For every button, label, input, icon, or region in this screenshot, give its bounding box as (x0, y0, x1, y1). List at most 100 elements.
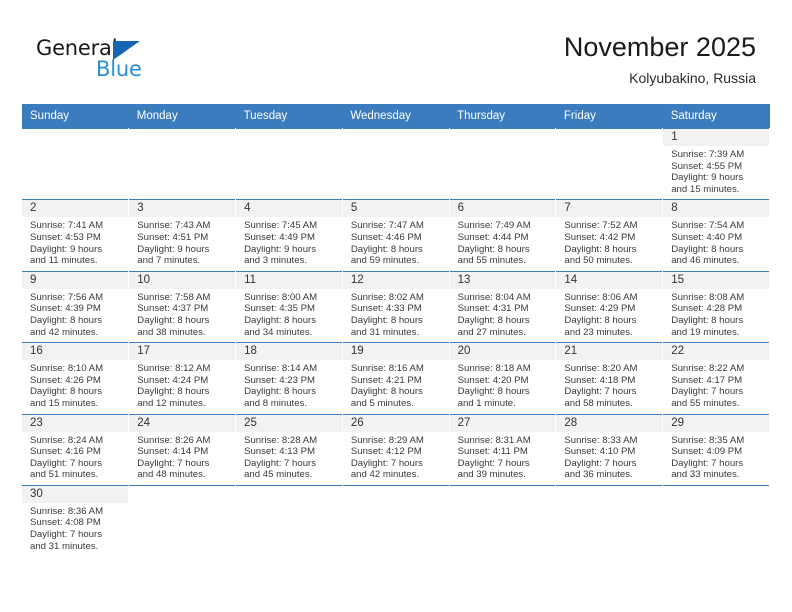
calendar-day-cell[interactable]: 7 Sunrise: 7:52 AM Sunset: 4:42 PM Daylight… (555, 199, 664, 272)
sunset-time: Sunset: 4:37 PM (137, 303, 209, 315)
sunset-time: Sunset: 4:49 PM (244, 231, 315, 243)
day-details: Sunrise: 8:02 AM Sunset: 4:33 PM Daylight:… (343, 289, 449, 342)
day-details: Sunrise: 7:56 AM Sunset: 4:39 PM Daylight:… (22, 289, 128, 342)
calendar-day-cell[interactable]: 25 Sunrise: 8:28 AM Sunset: 4:13 PM Dayligh… (235, 413, 343, 486)
calendar-cell-empty (235, 484, 343, 557)
calendar-cell-empty (128, 484, 237, 557)
sunset-time: Sunset: 4:11 PM (457, 446, 528, 458)
sunrise-time: Sunrise: 7:56 AM (30, 291, 104, 303)
daylight-duration-line1: Daylight: 7 hours (244, 457, 317, 469)
sunrise-time: Sunrise: 7:54 AM (671, 220, 745, 232)
sunrise-time: Sunrise: 8:36 AM (30, 505, 104, 517)
daylight-duration-line1: Daylight: 9 hours (244, 243, 317, 255)
calendar-day-cell[interactable]: 2 Sunrise: 7:41 AM Sunset: 4:53 PM Daylight… (22, 199, 130, 272)
daylight-duration-line2: and 12 minutes. (137, 397, 206, 409)
day-number: 7 (556, 200, 663, 218)
daylight-duration-line2: and 31 minutes. (350, 326, 420, 338)
day-number: 1 (663, 129, 769, 146)
calendar-day-cell[interactable]: 10 Sunrise: 7:58 AM Sunset: 4:37 PM Dayligh… (128, 270, 237, 343)
day-details: Sunrise: 8:08 AM Sunset: 4:28 PM Daylight:… (663, 289, 769, 342)
day-details: Sunrise: 8:29 AM Sunset: 4:12 PM Daylight:… (343, 432, 449, 485)
day-details: Sunrise: 8:04 AM Sunset: 4:31 PM Daylight:… (450, 289, 556, 342)
sunrise-time: Sunrise: 8:20 AM (564, 363, 638, 375)
sunrise-time: Sunrise: 7:41 AM (30, 220, 104, 232)
calendar-day-cell[interactable]: 21 Sunrise: 8:20 AM Sunset: 4:18 PM Dayligh… (555, 342, 664, 414)
day-number-band (22, 129, 129, 146)
calendar-day-cell[interactable]: 9 Sunrise: 7:56 AM Sunset: 4:39 PM Daylight… (22, 270, 130, 343)
day-details: Sunrise: 8:24 AM Sunset: 4:16 PM Daylight:… (22, 432, 128, 485)
sunset-time: Sunset: 4:55 PM (671, 160, 743, 172)
daylight-duration-line2: and 50 minutes. (564, 255, 633, 267)
calendar-day-cell[interactable]: 15 Sunrise: 8:08 AM Sunset: 4:28 PM Dayligh… (662, 270, 770, 343)
sunrise-time: Sunrise: 8:29 AM (350, 434, 424, 446)
day-details: Sunrise: 8:14 AM Sunset: 4:23 PM Daylight:… (236, 360, 342, 413)
calendar-day-cell[interactable]: 12 Sunrise: 8:02 AM Sunset: 4:33 PM Dayligh… (342, 270, 450, 343)
calendar-day-cell[interactable]: 18 Sunrise: 8:14 AM Sunset: 4:23 PM Dayligh… (235, 342, 343, 414)
calendar-week-row: 23 Sunrise: 8:24 AM Sunset: 4:16 PM Dayligh… (22, 413, 770, 486)
sunset-time: Sunset: 4:21 PM (350, 374, 422, 386)
calendar-cell-empty (555, 484, 664, 557)
day-number-band (236, 129, 342, 146)
sunrise-time: Sunrise: 8:10 AM (30, 363, 104, 375)
day-number: 17 (129, 343, 236, 361)
calendar-day-cell[interactable]: 3 Sunrise: 7:43 AM Sunset: 4:51 PM Daylight… (128, 199, 237, 272)
calendar-day-cell[interactable]: 16 Sunrise: 8:10 AM Sunset: 4:26 PM Dayligh… (22, 342, 130, 414)
day-number-band (449, 485, 556, 503)
daylight-duration-line2: and 23 minutes. (564, 326, 633, 338)
day-number: 16 (22, 343, 129, 361)
calendar-day-cell[interactable]: 11 Sunrise: 8:00 AM Sunset: 4:35 PM Dayligh… (235, 270, 343, 343)
sunrise-time: Sunrise: 8:02 AM (350, 291, 424, 303)
calendar-day-cell[interactable]: 1 Sunrise: 7:39 AM Sunset: 4:55 PM Daylight… (662, 127, 770, 200)
page-header: General Blue November 2025 Kolyubakino, … (0, 0, 792, 100)
day-details: Sunrise: 7:45 AM Sunset: 4:49 PM Daylight:… (236, 217, 342, 270)
calendar-day-cell[interactable]: 24 Sunrise: 8:26 AM Sunset: 4:14 PM Dayligh… (128, 413, 237, 486)
sunset-time: Sunset: 4:17 PM (671, 374, 743, 386)
day-number: 5 (342, 200, 449, 218)
calendar-cell-empty (449, 127, 557, 200)
day-number: 29 (663, 414, 769, 432)
calendar-day-cell[interactable]: 30 Sunrise: 8:36 AM Sunset: 4:08 PM Dayligh… (22, 484, 130, 557)
day-number: 6 (449, 200, 556, 218)
daylight-duration-line2: and 1 minute. (457, 397, 516, 409)
calendar-day-cell[interactable]: 13 Sunrise: 8:04 AM Sunset: 4:31 PM Dayligh… (449, 270, 557, 343)
day-details: Sunrise: 8:35 AM Sunset: 4:09 PM Daylight:… (663, 432, 769, 485)
calendar-day-cell[interactable]: 19 Sunrise: 8:16 AM Sunset: 4:21 PM Dayligh… (342, 342, 450, 414)
daylight-duration-line1: Daylight: 8 hours (30, 386, 102, 398)
sunset-time: Sunset: 4:10 PM (564, 446, 636, 458)
calendar-day-cell[interactable]: 14 Sunrise: 8:06 AM Sunset: 4:29 PM Dayligh… (555, 270, 664, 343)
calendar-day-cell[interactable]: 4 Sunrise: 7:45 AM Sunset: 4:49 PM Daylight… (235, 199, 343, 272)
sunrise-time: Sunrise: 8:14 AM (244, 363, 318, 375)
day-details: Sunrise: 8:36 AM Sunset: 4:08 PM Daylight:… (22, 503, 128, 556)
calendar-day-cell[interactable]: 5 Sunrise: 7:47 AM Sunset: 4:46 PM Daylight… (342, 199, 450, 272)
sunset-time: Sunset: 4:08 PM (30, 517, 101, 529)
calendar-cell-empty (342, 484, 450, 557)
calendar-page: General Blue November 2025 Kolyubakino, … (0, 0, 792, 612)
sunrise-time: Sunrise: 8:12 AM (137, 363, 211, 375)
logo-text-blue: Blue (96, 57, 142, 81)
day-details: Sunrise: 8:26 AM Sunset: 4:14 PM Daylight:… (129, 432, 235, 485)
weekday-header-tuesday: Tuesday (235, 104, 343, 129)
calendar-day-cell[interactable]: 8 Sunrise: 7:54 AM Sunset: 4:40 PM Daylight… (662, 199, 770, 272)
calendar-day-cell[interactable]: 28 Sunrise: 8:33 AM Sunset: 4:10 PM Dayligh… (555, 413, 664, 486)
sunset-time: Sunset: 4:40 PM (671, 231, 743, 243)
day-number: 8 (663, 200, 769, 218)
daylight-duration-line1: Daylight: 8 hours (30, 314, 102, 326)
calendar-day-cell[interactable]: 6 Sunrise: 7:49 AM Sunset: 4:44 PM Daylight… (449, 199, 557, 272)
daylight-duration-line1: Daylight: 7 hours (30, 457, 102, 469)
calendar-day-cell[interactable]: 23 Sunrise: 8:24 AM Sunset: 4:16 PM Dayligh… (22, 413, 130, 486)
calendar-day-cell[interactable]: 29 Sunrise: 8:35 AM Sunset: 4:09 PM Dayligh… (662, 413, 770, 486)
sunrise-time: Sunrise: 8:22 AM (671, 363, 745, 375)
day-number: 11 (236, 271, 342, 289)
calendar-day-cell[interactable]: 26 Sunrise: 8:29 AM Sunset: 4:12 PM Dayligh… (342, 413, 450, 486)
calendar-day-cell[interactable]: 22 Sunrise: 8:22 AM Sunset: 4:17 PM Dayligh… (662, 342, 770, 414)
daylight-duration-line1: Daylight: 7 hours (30, 529, 102, 541)
sunrise-time: Sunrise: 8:04 AM (457, 291, 531, 303)
calendar-day-cell[interactable]: 27 Sunrise: 8:31 AM Sunset: 4:11 PM Dayligh… (449, 413, 557, 486)
general-blue-logo: General Blue (36, 36, 186, 88)
calendar-week-row: 2 Sunrise: 7:41 AM Sunset: 4:53 PM Daylight… (22, 199, 770, 272)
day-details: Sunrise: 8:22 AM Sunset: 4:17 PM Daylight:… (663, 360, 769, 413)
day-number: 24 (129, 414, 236, 432)
calendar-day-cell[interactable]: 20 Sunrise: 8:18 AM Sunset: 4:20 PM Dayligh… (449, 342, 557, 414)
calendar-day-cell[interactable]: 17 Sunrise: 8:12 AM Sunset: 4:24 PM Dayligh… (128, 342, 237, 414)
day-details: Sunrise: 7:54 AM Sunset: 4:40 PM Daylight:… (663, 217, 769, 270)
